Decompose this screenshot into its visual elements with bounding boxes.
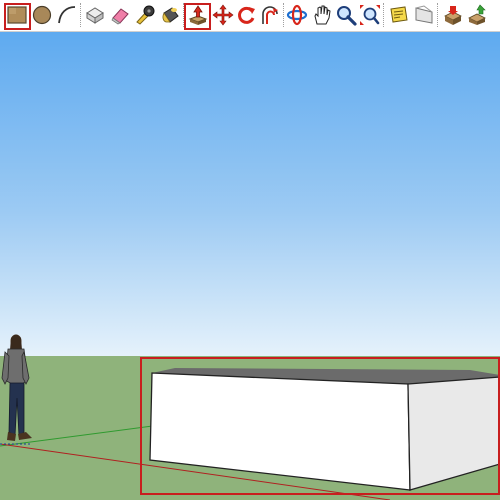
zoom-extents-icon — [360, 5, 380, 25]
drawing-viewport[interactable] — [0, 32, 500, 500]
pan-tool-button[interactable] — [311, 4, 333, 26]
toolbar-separator — [80, 3, 81, 27]
circle-icon — [32, 5, 52, 25]
offset-icon — [262, 6, 278, 24]
previous-view-button[interactable] — [388, 4, 410, 26]
next-view-button[interactable] — [413, 4, 435, 26]
orbit-tool-button[interactable] — [286, 4, 308, 26]
circle-tool-button[interactable] — [31, 4, 53, 26]
share-model-button[interactable] — [466, 4, 488, 26]
rectangle-tool-button[interactable] — [6, 4, 28, 26]
move-icon — [212, 4, 234, 26]
paint-bucket-icon — [162, 7, 179, 23]
next-view-icon — [415, 5, 433, 24]
arc-tool-button[interactable] — [56, 4, 78, 26]
zoom-icon — [337, 6, 357, 26]
get-models-icon — [444, 6, 462, 25]
toolbar-separator — [183, 3, 184, 27]
make-component-icon — [86, 7, 104, 24]
toolbar-separator — [283, 3, 284, 27]
paint-bucket-tool-button[interactable] — [159, 4, 181, 26]
rectangle-icon — [7, 6, 27, 24]
eraser-icon — [111, 8, 129, 25]
share-model-icon — [468, 4, 486, 25]
toolbar-separator — [210, 3, 211, 27]
sketchup-window: 1 2 — [0, 0, 500, 500]
get-models-button[interactable] — [442, 4, 464, 26]
make-component-button[interactable] — [84, 4, 106, 26]
scene-canvas[interactable] — [0, 32, 500, 500]
move-tool-button[interactable] — [212, 4, 234, 26]
orbit-icon — [286, 4, 308, 26]
previous-view-icon — [390, 6, 408, 23]
offset-tool-button[interactable] — [259, 4, 281, 26]
arc-icon — [58, 6, 76, 24]
eraser-tool-button[interactable] — [109, 4, 131, 26]
zoom-tool-button[interactable] — [335, 4, 357, 26]
push-pull-icon — [188, 5, 208, 25]
rotate-icon — [238, 6, 255, 24]
tape-measure-tool-button[interactable] — [134, 4, 156, 26]
rotate-tool-button[interactable] — [235, 4, 257, 26]
toolbar-separator — [383, 3, 384, 27]
pan-hand-icon — [314, 5, 331, 25]
sky — [0, 32, 500, 358]
toolbar-separator — [437, 3, 438, 27]
toolbar — [0, 0, 500, 32]
push-pull-tool-button[interactable] — [187, 4, 209, 26]
tape-measure-icon — [136, 5, 155, 25]
zoom-extents-tool-button[interactable] — [359, 4, 381, 26]
